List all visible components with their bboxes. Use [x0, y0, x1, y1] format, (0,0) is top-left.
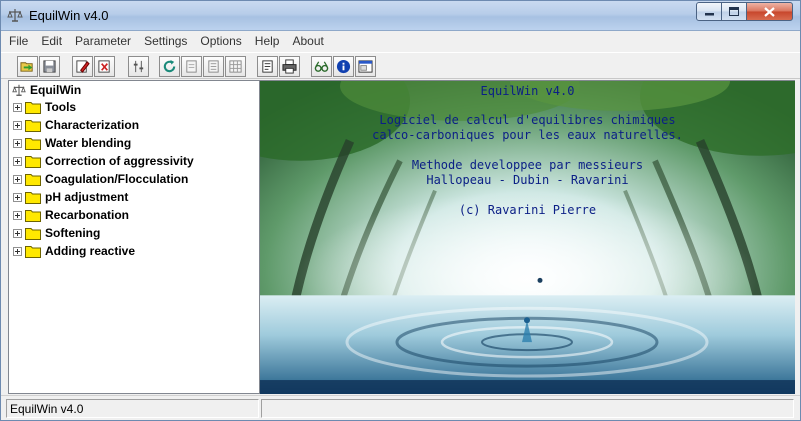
splash-line: Hallopeau - Dubin - Ravarini — [426, 173, 629, 187]
refresh-button[interactable] — [159, 56, 180, 77]
document-button[interactable] — [257, 56, 278, 77]
print-icon — [282, 59, 297, 74]
splash-panel: EquilWin v4.0 Logiciel de calcul d'equil… — [260, 80, 795, 394]
expand-plus-icon[interactable] — [13, 138, 22, 148]
menu-about[interactable]: About — [292, 34, 323, 48]
grid-button[interactable] — [225, 56, 246, 77]
adjust-icon — [133, 60, 144, 73]
menu-edit[interactable]: Edit — [41, 34, 62, 48]
tree-item-label: Coagulation/Flocculation — [45, 172, 189, 186]
expand-plus-icon[interactable] — [13, 156, 22, 166]
tree-item-correction-of-aggressivity[interactable]: Correction of aggressivity — [13, 153, 194, 169]
menu-help[interactable]: Help — [255, 34, 280, 48]
page-button[interactable] — [181, 56, 202, 77]
maximize-button[interactable] — [721, 2, 747, 21]
tree-item-label: Recarbonation — [45, 208, 130, 222]
tree-item-label: Correction of aggressivity — [45, 154, 194, 168]
tree-item-label: pH adjustment — [45, 190, 129, 204]
print-button[interactable] — [279, 56, 300, 77]
expand-plus-icon[interactable] — [13, 120, 22, 130]
folder-icon — [25, 119, 41, 132]
folder-icon — [25, 209, 41, 222]
folder-icon — [25, 155, 41, 168]
splash-line: Methode developpee par messieurs — [411, 158, 644, 172]
tree-item-water-blending[interactable]: Water blending — [13, 135, 131, 151]
status-panel — [261, 399, 794, 418]
tree-item-label: Softening — [45, 226, 101, 240]
window-title: EquilWin v4.0 — [29, 8, 109, 23]
app-window: EquilWin v4.0 File Edit Parameter Settin… — [0, 0, 801, 421]
close-button[interactable] — [746, 2, 793, 21]
status-bar: EquilWin v4.0 — [1, 395, 800, 420]
tree-root[interactable]: EquilWin — [12, 83, 81, 97]
tree-item-label: Characterization — [45, 118, 140, 132]
expand-plus-icon[interactable] — [13, 192, 22, 202]
title-bar[interactable]: EquilWin v4.0 — [1, 1, 800, 31]
expand-plus-icon[interactable] — [13, 174, 22, 184]
tree-item-coagulation-flocculation[interactable]: Coagulation/Flocculation — [13, 171, 188, 187]
save-icon — [43, 60, 56, 73]
menu-options[interactable]: Options — [200, 34, 241, 48]
tree-item-recarbonation[interactable]: Recarbonation — [13, 207, 129, 223]
splash-title: EquilWin v4.0 — [480, 84, 575, 98]
folder-icon — [25, 227, 41, 240]
minimize-icon — [704, 12, 714, 15]
folder-icon — [25, 137, 41, 150]
open-button[interactable] — [17, 56, 38, 77]
document-icon — [262, 60, 273, 73]
open-folder-icon — [20, 62, 33, 72]
expand-plus-icon[interactable] — [13, 102, 22, 112]
tree-item-label: Tools — [45, 100, 77, 114]
splash-copyright: (c) Ravarini Pierre — [458, 203, 597, 217]
view-button[interactable] — [311, 56, 332, 77]
close-icon — [764, 6, 775, 17]
menu-parameter[interactable]: Parameter — [75, 34, 131, 48]
tree-item-softening[interactable]: Softening — [13, 225, 100, 241]
info-icon — [336, 59, 351, 74]
menu-bar: File Edit Parameter Settings Options Hel… — [1, 31, 800, 51]
minimize-button[interactable] — [696, 2, 722, 21]
delete-button[interactable] — [94, 56, 115, 77]
expand-plus-icon[interactable] — [13, 246, 22, 256]
save-button[interactable] — [39, 56, 60, 77]
tree-item-ph-adjustment[interactable]: pH adjustment — [13, 189, 128, 205]
refresh-icon — [163, 59, 176, 73]
grid-icon — [229, 60, 242, 73]
tree-item-adding-reactive[interactable]: Adding reactive — [13, 243, 135, 259]
delete-icon — [98, 60, 110, 73]
scales-icon — [12, 84, 26, 96]
tree-item-label: Water blending — [45, 136, 132, 150]
tree-root-label: EquilWin — [30, 83, 82, 97]
toolbar — [1, 52, 800, 79]
adjust-button[interactable] — [128, 56, 149, 77]
window-icon — [358, 60, 373, 73]
edit-button[interactable] — [72, 56, 93, 77]
status-text: EquilWin v4.0 — [6, 399, 259, 418]
glasses-icon — [314, 61, 329, 72]
navigation-tree[interactable]: EquilWin Tools Characterization Water bl… — [8, 80, 260, 394]
expand-plus-icon[interactable] — [13, 210, 22, 220]
maximize-icon — [729, 7, 739, 16]
tree-item-characterization[interactable]: Characterization — [13, 117, 139, 133]
menu-file[interactable]: File — [9, 34, 28, 48]
page-icon — [186, 60, 197, 73]
expand-plus-icon[interactable] — [13, 228, 22, 238]
window-button[interactable] — [355, 56, 376, 77]
edit-icon — [76, 60, 90, 73]
folder-icon — [25, 245, 41, 258]
list-icon — [208, 60, 219, 73]
list-button[interactable] — [203, 56, 224, 77]
menu-settings[interactable]: Settings — [144, 34, 187, 48]
folder-icon — [25, 101, 41, 114]
folder-icon — [25, 191, 41, 204]
info-button[interactable] — [333, 56, 354, 77]
splash-line: calco-carboniques pour les eaux naturell… — [372, 128, 683, 142]
scales-icon — [7, 9, 23, 22]
splash-line: Logiciel de calcul d'equilibres chimique… — [379, 113, 676, 127]
tree-item-tools[interactable]: Tools — [13, 99, 76, 115]
folder-icon — [25, 173, 41, 186]
tree-item-label: Adding reactive — [45, 244, 136, 258]
